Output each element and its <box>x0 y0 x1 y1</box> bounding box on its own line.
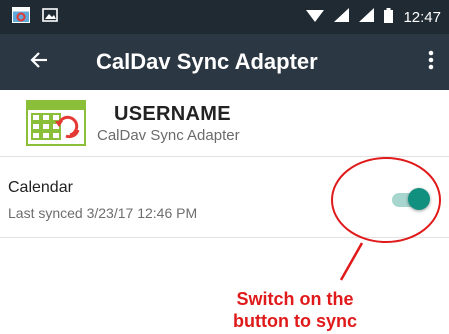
annotation-line-2: button to sync <box>233 311 357 331</box>
back-arrow-icon <box>30 51 48 74</box>
battery-icon <box>384 7 394 27</box>
status-time: 12:47 <box>403 8 441 26</box>
account-header: USERNAME CalDav Sync Adapter <box>0 90 449 156</box>
status-right-icons: 12:47 <box>306 7 441 27</box>
status-bar: 12:47 <box>0 0 449 34</box>
calendar-sync-icon <box>26 100 86 151</box>
account-subtitle: CalDav Sync Adapter <box>97 127 240 144</box>
annotation-line-1: Switch on the <box>236 289 354 309</box>
wifi-icon <box>306 8 325 26</box>
account-username: USERNAME <box>114 103 231 125</box>
switch-thumb <box>408 188 430 210</box>
signal-icon <box>334 8 350 26</box>
annotation-note: Switch on the button to sync <box>205 288 385 332</box>
signal-icon <box>359 8 375 26</box>
image-icon <box>42 7 58 27</box>
back-button[interactable] <box>18 34 60 90</box>
more-vert-icon <box>428 50 434 75</box>
status-left-icons <box>12 6 58 28</box>
sync-toggle-switch[interactable] <box>390 188 430 212</box>
sync-item-calendar[interactable]: Calendar Last synced 3/23/17 12:46 PM <box>0 157 449 237</box>
overflow-menu-button[interactable] <box>413 34 449 90</box>
page-title: CalDav Sync Adapter <box>96 49 318 74</box>
photo-icon <box>12 6 30 28</box>
sync-item-title: Calendar <box>8 179 73 196</box>
app-bar: CalDav Sync Adapter <box>0 34 449 90</box>
sync-item-subtitle: Last synced 3/23/17 12:46 PM <box>8 205 198 221</box>
divider <box>0 237 449 238</box>
annotation-pointer <box>339 242 364 281</box>
